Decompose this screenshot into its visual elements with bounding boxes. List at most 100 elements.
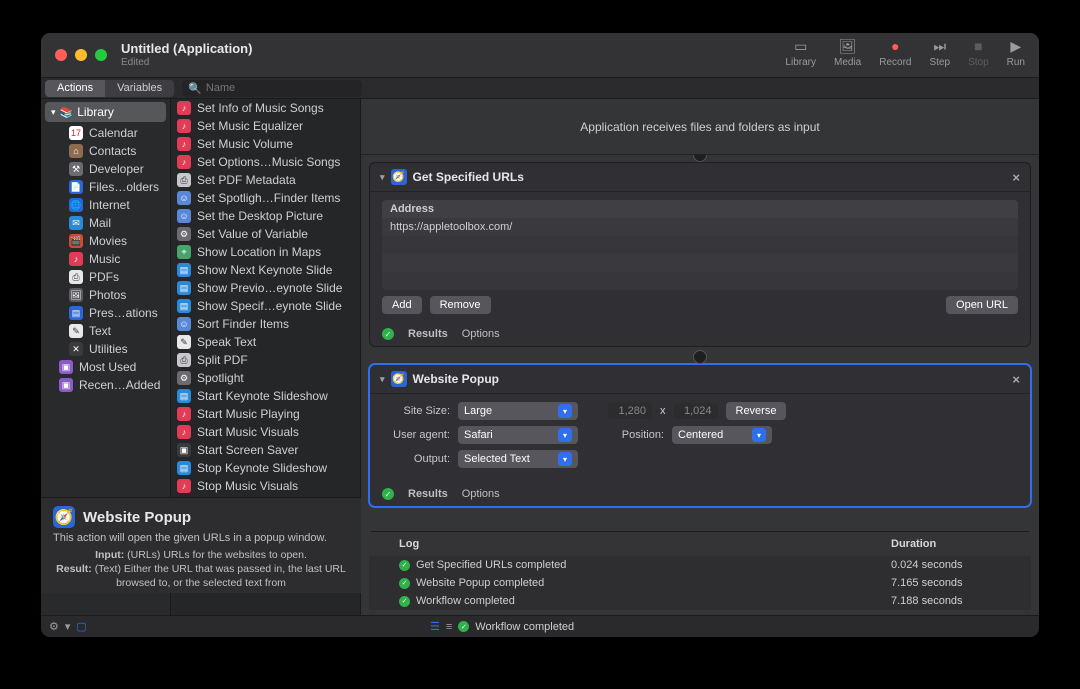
workflow-input-info: Application receives files and folders a… xyxy=(361,99,1039,155)
category-icon: ⌂ xyxy=(69,144,83,158)
library-item[interactable]: ⌂Contacts xyxy=(41,142,170,160)
action-list-item[interactable]: ▤Show Specif…eynote Slide xyxy=(171,297,360,315)
library-item[interactable]: 📄Files…olders xyxy=(41,178,170,196)
close-icon[interactable] xyxy=(55,49,67,61)
action-list-item[interactable]: ☺Set the Desktop Picture xyxy=(171,207,360,225)
action-label: Set Music Volume xyxy=(197,137,293,151)
disclosure-icon[interactable]: ▾ xyxy=(380,374,385,385)
library-item[interactable]: ✉Mail xyxy=(41,214,170,232)
action-icon: ♪ xyxy=(177,479,191,493)
url-row[interactable] xyxy=(382,272,1018,290)
library-segment: Actions Variables xyxy=(45,80,174,97)
url-row[interactable] xyxy=(382,236,1018,254)
flow-icon[interactable]: ≡ xyxy=(446,621,452,633)
library-item[interactable]: 17Calendar xyxy=(41,124,170,142)
library-item-label: Calendar xyxy=(89,126,138,140)
toolbar-record[interactable]: ●Record xyxy=(879,37,911,68)
url-table[interactable]: Address https://appletoolbox.com/ xyxy=(382,200,1018,290)
remove-button[interactable]: Remove xyxy=(430,296,491,314)
stop-icon: ■ xyxy=(969,37,987,55)
tab-variables[interactable]: Variables xyxy=(105,80,174,97)
disclosure-icon[interactable]: ▾ xyxy=(380,172,385,183)
results-link[interactable]: Results xyxy=(408,328,448,340)
action-list-item[interactable]: ♪Start Music Visuals xyxy=(171,423,360,441)
action-list-item[interactable]: ⚙Spotlight xyxy=(171,369,360,387)
library-smart-folder[interactable]: ▣Recen…Added xyxy=(41,376,170,394)
action-list-item[interactable]: ⌖Show Location in Maps xyxy=(171,243,360,261)
toolbar-step[interactable]: ⏭Step xyxy=(929,37,950,68)
field-height[interactable]: 1,024 xyxy=(674,403,718,419)
label-output: Output: xyxy=(382,453,450,465)
action-icon: ⚙ xyxy=(177,227,191,241)
library-item-label: Movies xyxy=(89,234,127,248)
library-item[interactable]: 🖼Photos xyxy=(41,286,170,304)
results-link[interactable]: Results xyxy=(408,488,448,500)
toolbar-stop[interactable]: ■Stop xyxy=(968,37,989,68)
library-smart-folder[interactable]: ▣Most Used xyxy=(41,358,170,376)
window-subtitle: Edited xyxy=(121,57,252,68)
reverse-button[interactable]: Reverse xyxy=(726,402,787,420)
action-list-item[interactable]: ▤Start Keynote Slideshow xyxy=(171,387,360,405)
library-item[interactable]: 🌐Internet xyxy=(41,196,170,214)
select-output[interactable]: Selected Text▾ xyxy=(458,450,578,468)
search-input[interactable] xyxy=(206,82,356,94)
success-icon: ✓ xyxy=(382,488,394,500)
action-list-item[interactable]: ♪Set Music Volume xyxy=(171,135,360,153)
action-list-item[interactable]: ▤Stop Keynote Slideshow xyxy=(171,459,360,477)
action-list-item[interactable]: ⎙Set PDF Metadata xyxy=(171,171,360,189)
options-link[interactable]: Options xyxy=(462,328,500,340)
action-list-item[interactable]: ▤Show Next Keynote Slide xyxy=(171,261,360,279)
action-list-item[interactable]: ♪Stop Music Visuals xyxy=(171,477,360,495)
action-get-specified-urls[interactable]: ▾ 🧭 Get Specified URLs × Address https:/… xyxy=(369,162,1031,347)
action-list-item[interactable]: ♪Set Options…Music Songs xyxy=(171,153,360,171)
action-list-item[interactable]: ♪Set Music Equalizer xyxy=(171,117,360,135)
gear-icon[interactable]: ⚙ xyxy=(49,620,59,633)
search-field[interactable]: 🔍 xyxy=(182,80,362,97)
select-site-size[interactable]: Large▾ xyxy=(458,402,578,420)
toolbar-run[interactable]: ▶Run xyxy=(1007,37,1025,68)
action-list-item[interactable]: ⚙Set Value of Variable xyxy=(171,225,360,243)
library-item[interactable]: ✕Utilities xyxy=(41,340,170,358)
field-width[interactable]: 1,280 xyxy=(608,403,652,419)
minimize-icon[interactable] xyxy=(75,49,87,61)
library-item[interactable]: ⎙PDFs xyxy=(41,268,170,286)
open-url-button[interactable]: Open URL xyxy=(946,296,1018,314)
action-list-item[interactable]: ✎Speak Text xyxy=(171,333,360,351)
close-icon[interactable]: × xyxy=(1012,372,1020,387)
library-item[interactable]: ⚒Developer xyxy=(41,160,170,178)
close-icon[interactable]: × xyxy=(1012,170,1020,185)
options-link[interactable]: Options xyxy=(462,488,500,500)
action-icon: ♪ xyxy=(177,407,191,421)
log-header: Log xyxy=(399,538,891,550)
select-position[interactable]: Centered▾ xyxy=(672,426,772,444)
add-button[interactable]: Add xyxy=(382,296,422,314)
library-item[interactable]: 🎬Movies xyxy=(41,232,170,250)
category-icon: ✉ xyxy=(69,216,83,230)
media-icon: 🖼 xyxy=(839,37,857,55)
window-title-text: Untitled (Application) xyxy=(121,42,252,56)
panel-toggle-icon[interactable]: ▢ xyxy=(76,620,86,633)
action-label: Show Next Keynote Slide xyxy=(197,263,332,277)
library-item[interactable]: ♪Music xyxy=(41,250,170,268)
toolbar-library[interactable]: ▭Library xyxy=(785,37,816,68)
action-list-item[interactable]: ▤Show Previo…eynote Slide xyxy=(171,279,360,297)
action-list-item[interactable]: ☺Sort Finder Items xyxy=(171,315,360,333)
tab-actions[interactable]: Actions xyxy=(45,80,105,97)
action-list-item[interactable]: ♪Set Info of Music Songs xyxy=(171,99,360,117)
library-item[interactable]: ▤Pres…ations xyxy=(41,304,170,322)
action-website-popup[interactable]: ▾ 🧭 Website Popup × Site Size: Large▾ xyxy=(369,364,1031,507)
url-row[interactable] xyxy=(382,254,1018,272)
toolbar-media[interactable]: 🖼Media xyxy=(834,37,861,68)
zoom-icon[interactable] xyxy=(95,49,107,61)
popup-arrow-icon: ▾ xyxy=(558,428,572,442)
url-row[interactable]: https://appletoolbox.com/ xyxy=(382,218,1018,236)
action-list-item[interactable]: ▣Start Screen Saver xyxy=(171,441,360,459)
action-list-item[interactable]: ⎙Split PDF xyxy=(171,351,360,369)
library-item[interactable]: ✎Text xyxy=(41,322,170,340)
list-icon[interactable]: ☰ xyxy=(430,620,440,633)
library-header[interactable]: ▾ 📚 Library xyxy=(45,102,166,122)
toolbar-label: Library xyxy=(785,57,816,68)
select-user-agent[interactable]: Safari▾ xyxy=(458,426,578,444)
action-list-item[interactable]: ♪Start Music Playing xyxy=(171,405,360,423)
action-list-item[interactable]: ☺Set Spotligh…Finder Items xyxy=(171,189,360,207)
